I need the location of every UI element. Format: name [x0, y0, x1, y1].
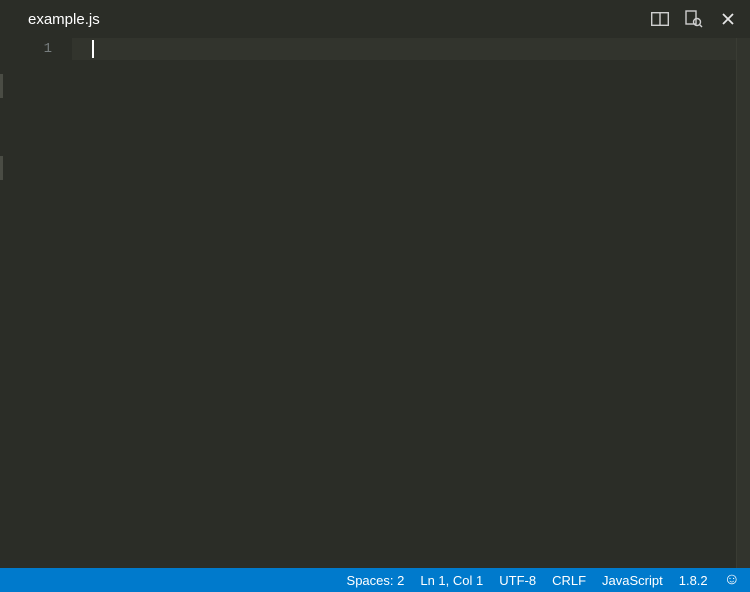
- tab-example-js[interactable]: example.js: [10, 0, 118, 38]
- show-source-icon: [685, 10, 703, 28]
- status-encoding[interactable]: UTF-8: [499, 573, 536, 588]
- tab-actions: [650, 9, 750, 29]
- close-icon: [721, 12, 735, 26]
- status-line-endings[interactable]: CRLF: [552, 573, 586, 588]
- status-version[interactable]: 1.8.2: [679, 573, 708, 588]
- gutter-region: [0, 60, 72, 568]
- editor-scrollbar[interactable]: [736, 38, 750, 568]
- editor-body[interactable]: [0, 60, 750, 568]
- status-indentation[interactable]: Spaces: 2: [347, 573, 405, 588]
- activity-marker: [0, 74, 3, 98]
- tabs-region: example.js: [10, 0, 118, 38]
- close-editor-button[interactable]: [718, 9, 738, 29]
- editor-line-1[interactable]: 1: [0, 38, 750, 60]
- activity-bar-sliver: [0, 38, 3, 568]
- split-editor-button[interactable]: [650, 9, 670, 29]
- editor-content[interactable]: [72, 60, 750, 568]
- split-editor-icon: [651, 12, 669, 26]
- status-cursor-position[interactable]: Ln 1, Col 1: [420, 573, 483, 588]
- current-line-highlight[interactable]: [72, 38, 750, 60]
- tab-bar: example.js: [0, 0, 750, 38]
- tab-label: example.js: [28, 11, 100, 28]
- smiley-icon: ☺: [724, 571, 740, 588]
- editor-region[interactable]: 1: [0, 38, 750, 568]
- text-cursor: [92, 40, 94, 58]
- status-language-mode[interactable]: JavaScript: [602, 573, 663, 588]
- status-feedback-button[interactable]: ☺: [724, 572, 740, 588]
- line-number: 1: [0, 38, 72, 60]
- show-source-button[interactable]: [684, 9, 704, 29]
- activity-marker: [0, 156, 3, 180]
- status-bar: Spaces: 2 Ln 1, Col 1 UTF-8 CRLF JavaScr…: [0, 568, 750, 592]
